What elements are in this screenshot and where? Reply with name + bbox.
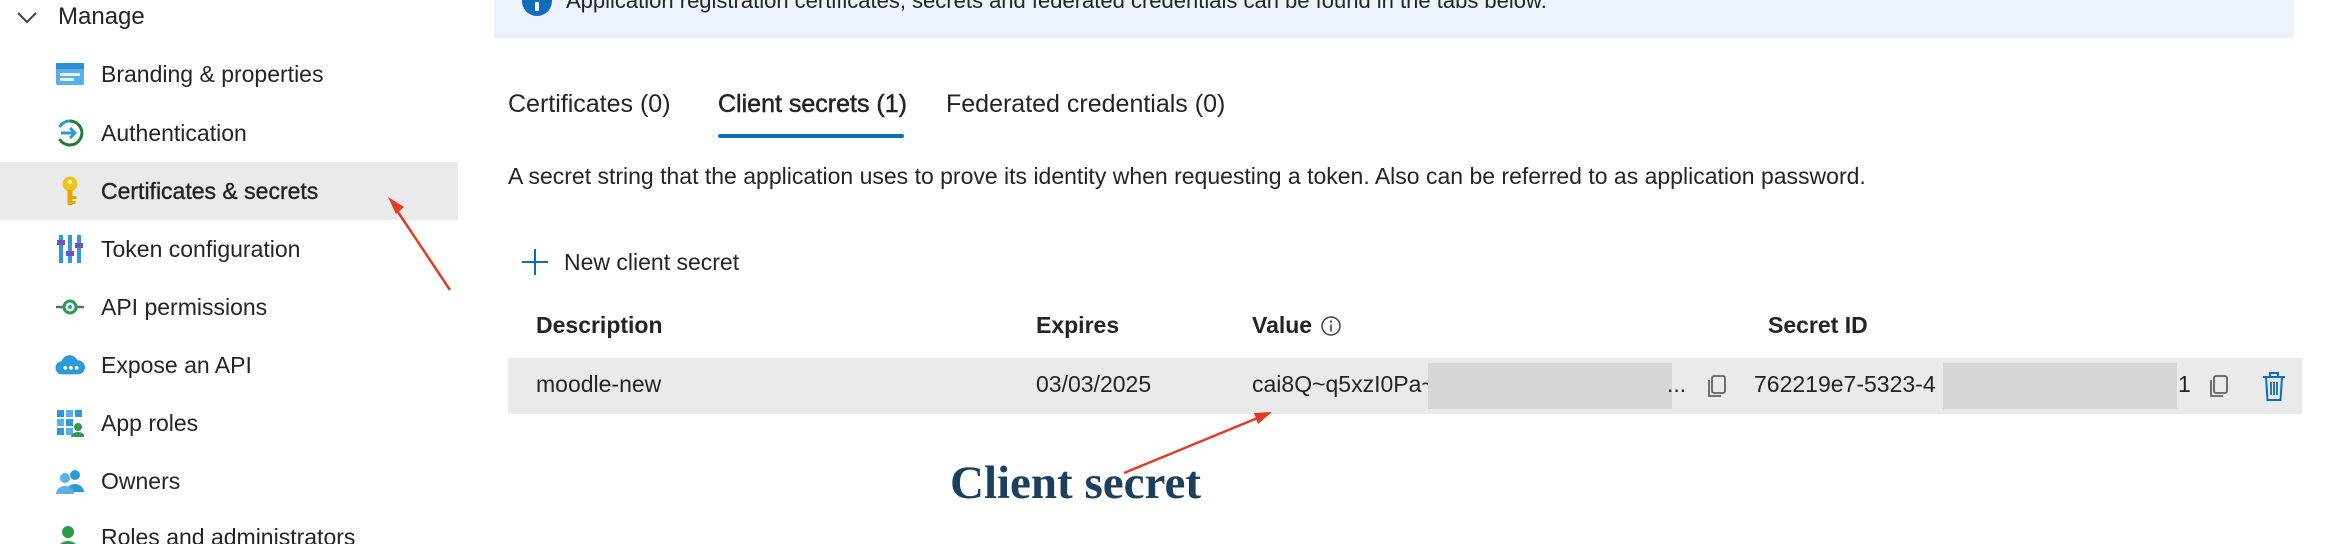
column-header-description: Description: [536, 312, 663, 338]
chevron-down-icon: [17, 12, 37, 24]
info-banner-text: Application registration certificates, s…: [566, 0, 1547, 13]
sidebar-item-label: Certificates & secrets: [101, 177, 319, 204]
sidebar-item-label: Authentication: [101, 119, 247, 146]
tab-client-secrets[interactable]: Client secrets (1): [718, 90, 907, 140]
sidebar-item-label: Expose an API: [101, 351, 252, 378]
sidebar-item-label: Owners: [101, 467, 181, 494]
roles-administrators-icon: [55, 522, 85, 544]
sidebar-item-app-roles[interactable]: App roles: [0, 394, 458, 452]
secret-id-redaction: [1943, 363, 2177, 409]
info-outline-icon[interactable]: [1320, 315, 1342, 337]
annotation-label: Client secret: [950, 457, 1201, 509]
authentication-icon: [55, 118, 85, 148]
copy-secret-id-icon[interactable]: [2206, 372, 2232, 400]
new-client-secret-label: New client secret: [564, 248, 740, 275]
table-row[interactable]: moodle-new 03/03/2025 cai8Q~q5xzI0Pa~ ..…: [508, 358, 2302, 414]
secret-id-tail: 1: [2178, 371, 2191, 397]
copy-value-icon[interactable]: [1704, 372, 1730, 400]
column-header-value: Value: [1252, 312, 1342, 339]
sidebar-item-token-configuration[interactable]: Token configuration: [0, 220, 458, 278]
sidebar-item-authentication[interactable]: Authentication: [0, 104, 458, 162]
sidebar-item-owners[interactable]: Owners: [0, 452, 458, 510]
column-header-expires: Expires: [1036, 312, 1120, 338]
manage-section-title: Manage: [58, 3, 145, 30]
secret-description: moodle-new: [536, 371, 662, 397]
tab-label: Federated credentials (0): [946, 90, 1226, 118]
new-client-secret-button[interactable]: New client secret: [520, 244, 739, 280]
sidebar-item-api-permissions[interactable]: API permissions: [0, 278, 458, 336]
tab-certificates[interactable]: Certificates (0): [508, 90, 671, 140]
tab-label: Certificates (0): [508, 90, 671, 118]
secret-value-ellipsis: ...: [1667, 371, 1687, 397]
sidebar-item-label: Branding & properties: [101, 60, 324, 87]
info-icon: [522, 0, 552, 16]
secret-value-redaction: [1428, 363, 1672, 409]
secret-value: cai8Q~q5xzI0Pa~: [1252, 371, 1435, 397]
delete-icon[interactable]: [2260, 370, 2288, 402]
sidebar-item-label: API permissions: [101, 293, 268, 320]
client-secrets-description: A secret string that the application use…: [508, 163, 1866, 189]
column-header-value-label: Value: [1252, 312, 1313, 338]
sidebar-item-label: Roles and administrators: [101, 523, 356, 544]
sidebar-item-label: Token configuration: [101, 235, 301, 262]
key-icon: [55, 176, 85, 206]
branding-icon: [55, 59, 85, 89]
token-configuration-icon: [55, 234, 85, 264]
sidebar: Manage Branding & properties Authenticat…: [0, 0, 458, 544]
sidebar-item-label: App roles: [101, 409, 199, 436]
api-permissions-icon: [55, 292, 85, 322]
manage-section-header[interactable]: Manage: [0, 0, 145, 34]
cloud-icon: [55, 350, 85, 380]
add-icon: [522, 249, 548, 275]
tab-federated-credentials[interactable]: Federated credentials (0): [946, 90, 1225, 140]
sidebar-item-expose-api[interactable]: Expose an API: [0, 336, 458, 394]
owners-icon: [55, 466, 85, 496]
info-banner: Application registration certificates, s…: [494, 0, 2294, 38]
secret-id: 762219e7-5323-4: [1754, 371, 1936, 397]
tab-label: Client secrets (1): [718, 90, 907, 119]
active-tab-indicator: [718, 134, 904, 138]
secret-expires: 03/03/2025: [1036, 371, 1152, 397]
app-roles-icon: [55, 408, 85, 438]
column-header-secret-id: Secret ID: [1768, 312, 1868, 338]
sidebar-item-roles-administrators[interactable]: Roles and administrators: [0, 508, 458, 544]
sidebar-item-branding[interactable]: Branding & properties: [0, 45, 458, 103]
sidebar-item-certificates-secrets[interactable]: Certificates & secrets: [0, 162, 458, 220]
